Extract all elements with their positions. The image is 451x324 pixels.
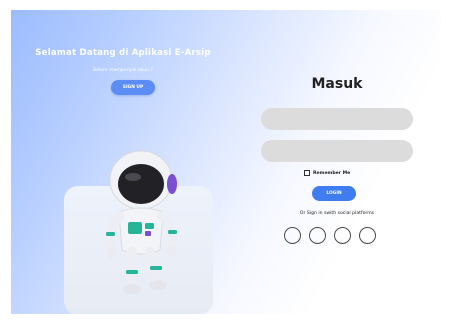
social-icon[interactable]	[284, 227, 301, 244]
signup-prompt: Belum mempunyai akun ?	[93, 68, 153, 73]
social-icon[interactable]	[309, 227, 326, 244]
social-icon[interactable]	[334, 227, 351, 244]
password-field[interactable]	[261, 140, 413, 162]
remember-checkbox[interactable]	[304, 170, 310, 176]
remember-label: Remember Me	[313, 170, 351, 176]
username-field[interactable]	[261, 108, 413, 130]
remember-me[interactable]: Remember Me	[304, 170, 350, 176]
social-icon[interactable]	[359, 227, 376, 244]
app-window: Selamat Datang di Aplikasi E-Arsip Belum…	[11, 10, 441, 314]
social-buttons	[284, 227, 376, 244]
login-title: Masuk	[311, 76, 363, 92]
astronaut-robot-icon	[105, 150, 177, 294]
signup-button[interactable]: SIGN UP	[111, 80, 155, 95]
welcome-title: Selamat Datang di Aplikasi E-Arsip	[35, 48, 211, 58]
login-button[interactable]: LOGIN	[312, 186, 356, 201]
social-signin-text: Or Sign in swith social platforms	[299, 211, 375, 216]
